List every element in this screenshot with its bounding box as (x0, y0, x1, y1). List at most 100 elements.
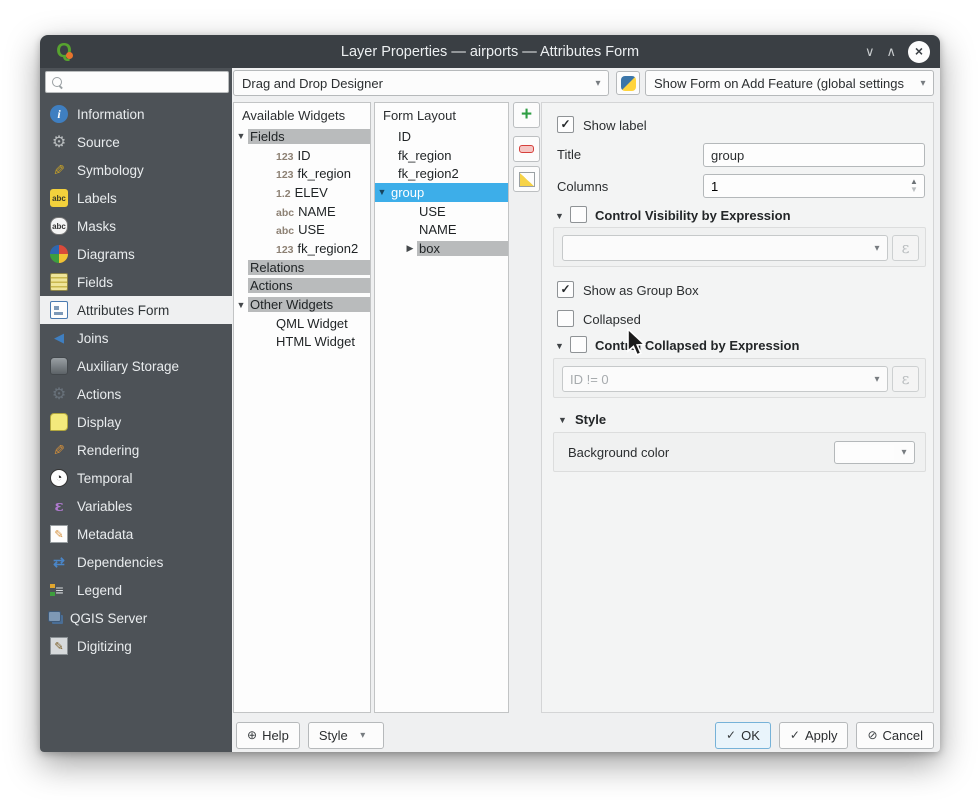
layer-properties-dialog: Q Layer Properties — airports — Attribut… (40, 35, 940, 752)
layout-fk-region[interactable]: fk_region (375, 146, 508, 165)
chevron-down-icon (353, 730, 373, 741)
widget-id[interactable]: 123ID (234, 146, 370, 165)
collapsed-expression-checkbox[interactable] (570, 336, 587, 353)
title-input[interactable] (703, 143, 925, 167)
search-input[interactable] (67, 73, 224, 91)
sidebar-item-digitizing[interactable]: ✎ Digitizing (40, 632, 232, 660)
help-button[interactable]: Help (236, 722, 300, 749)
sidebar-item-display[interactable]: Display (40, 408, 232, 436)
temporal-icon: ◔ (50, 469, 68, 487)
python-init-button[interactable] (616, 71, 640, 95)
legend-icon: ≡ (50, 581, 68, 599)
layout-fk-region2[interactable]: fk_region2 (375, 164, 508, 183)
expression-builder-button[interactable]: ε (892, 235, 919, 261)
sidebar-item-label: Digitizing (77, 639, 132, 654)
sidebar-item-temporal[interactable]: ◔Temporal (40, 464, 232, 492)
columns-spinbox[interactable]: 1 ▲▼ (703, 174, 925, 198)
widget-other-widgets[interactable]: ▼Other Widgets (234, 295, 370, 314)
remove-item-button[interactable] (513, 136, 540, 162)
sidebar-item-diagrams[interactable]: Diagrams (40, 240, 232, 268)
dialog-footer: Help Style OK Apply Cancel (232, 720, 934, 750)
widget-fk-region2[interactable]: 123fk_region2 (234, 239, 370, 258)
visibility-expression-checkbox[interactable] (570, 206, 587, 223)
collapsed-expression-frame: ID != 0 ε (553, 358, 926, 398)
spinner-arrows-icon[interactable]: ▲▼ (904, 178, 924, 194)
sidebar-item-label: Dependencies (77, 555, 163, 570)
sidebar-nav: iInformation⚙Source✎SymbologyabcLabelsab… (40, 100, 232, 660)
sidebar-item-variables[interactable]: εVariables (40, 492, 232, 520)
layout-id[interactable]: ID (375, 127, 508, 146)
widget-fk-region[interactable]: 123fk_region (234, 164, 370, 183)
form-open-mode-combo[interactable]: Show Form on Add Feature (global setting… (645, 70, 934, 96)
chevron-right-icon[interactable]: ▶ (403, 243, 417, 254)
sidebar-item-masks[interactable]: abcMasks (40, 212, 232, 240)
widget-name[interactable]: abcNAME (234, 202, 370, 221)
chevron-down-icon[interactable]: ▼ (234, 131, 248, 141)
show-label-checkbox[interactable] (557, 116, 574, 133)
show-as-group-box-checkbox[interactable] (557, 281, 574, 298)
collapsed-expression-value: ID != 0 (563, 372, 867, 387)
collapsed-checkbox[interactable] (557, 310, 574, 327)
tree-item-label: HTML Widget (234, 334, 370, 349)
tree-item-label: Actions (248, 278, 370, 293)
sidebar-item-symbology[interactable]: ✎Symbology (40, 156, 232, 184)
layout-group[interactable]: ▼group (375, 183, 508, 202)
widget-html-widget[interactable]: HTML Widget (234, 333, 370, 352)
chevron-down-icon[interactable]: ▼ (234, 300, 248, 310)
tree-item-label: 1.2ELEV (234, 185, 370, 200)
columns-label: Columns (557, 179, 608, 194)
widget-relations[interactable]: Relations (234, 258, 370, 277)
sidebar-item-source[interactable]: ⚙Source (40, 128, 232, 156)
background-color-label: Background color (568, 445, 669, 460)
widget-use[interactable]: abcUSE (234, 220, 370, 239)
widget-actions[interactable]: Actions (234, 277, 370, 296)
sidebar-item-information[interactable]: iInformation (40, 100, 232, 128)
sidebar-item-actions[interactable]: ⚙Actions (40, 380, 232, 408)
chevron-down-icon[interactable]: ▼ (555, 211, 564, 221)
sidebar-item-auxiliary-storage[interactable]: Auxiliary Storage (40, 352, 232, 380)
style-menu-button[interactable]: Style (308, 722, 384, 749)
sidebar-item-qgis-server[interactable]: QGIS Server (40, 604, 232, 632)
layout-use[interactable]: USE (375, 202, 508, 221)
sidebar-item-legend[interactable]: ≡Legend (40, 576, 232, 604)
close-button[interactable]: × (908, 41, 930, 63)
collapsed-expression-combo[interactable]: ID != 0 (562, 366, 888, 392)
designer-combo-value: Drag and Drop Designer (234, 76, 588, 91)
shade-button[interactable]: ∨ (865, 44, 875, 60)
layout-name[interactable]: NAME (375, 220, 508, 239)
sidebar-item-rendering[interactable]: ✎Rendering (40, 436, 232, 464)
titlebar[interactable]: Q Layer Properties — airports — Attribut… (40, 35, 940, 68)
sidebar-item-labels[interactable]: abcLabels (40, 184, 232, 212)
widget-elev[interactable]: 1.2ELEV (234, 183, 370, 202)
field-type-icon: 1.2 (276, 188, 291, 200)
chevron-down-icon[interactable]: ▼ (555, 341, 564, 351)
sidebar-item-metadata[interactable]: ✎Metadata (40, 520, 232, 548)
sidebar-item-fields[interactable]: Fields (40, 268, 232, 296)
designer-combo[interactable]: Drag and Drop Designer (233, 70, 609, 96)
widget-qml-widget[interactable]: QML Widget (234, 314, 370, 333)
metadata-icon: ✎ (50, 525, 68, 543)
dependencies-icon: ⇄ (50, 553, 68, 571)
edit-item-button[interactable] (513, 166, 540, 192)
tree-item-label: Fields (248, 129, 370, 144)
search-box[interactable] (45, 71, 229, 93)
ok-button[interactable]: OK (715, 722, 771, 749)
expression-builder-button[interactable]: ε (892, 366, 919, 392)
visibility-expression-combo[interactable] (562, 235, 888, 261)
chevron-down-icon[interactable]: ▼ (558, 415, 567, 425)
widget-fields[interactable]: ▼Fields (234, 127, 370, 146)
search-icon (52, 77, 63, 88)
tree-item-label: group (389, 185, 508, 200)
layout-box[interactable]: ▶box (375, 239, 508, 258)
chevron-down-icon[interactable]: ▼ (375, 187, 389, 197)
digitizing-icon: ✎ (50, 637, 68, 655)
add-container-button[interactable]: + (513, 102, 540, 128)
sidebar-item-attributes-form[interactable]: Attributes Form (40, 296, 232, 324)
apply-label: Apply (805, 728, 838, 743)
sidebar-item-joins[interactable]: ◀Joins (40, 324, 232, 352)
maximize-button[interactable]: ∧ (886, 44, 896, 60)
cancel-button[interactable]: Cancel (856, 722, 934, 749)
background-color-button[interactable] (834, 441, 915, 464)
apply-button[interactable]: Apply (779, 722, 849, 749)
sidebar-item-dependencies[interactable]: ⇄ Dependencies (40, 548, 232, 576)
